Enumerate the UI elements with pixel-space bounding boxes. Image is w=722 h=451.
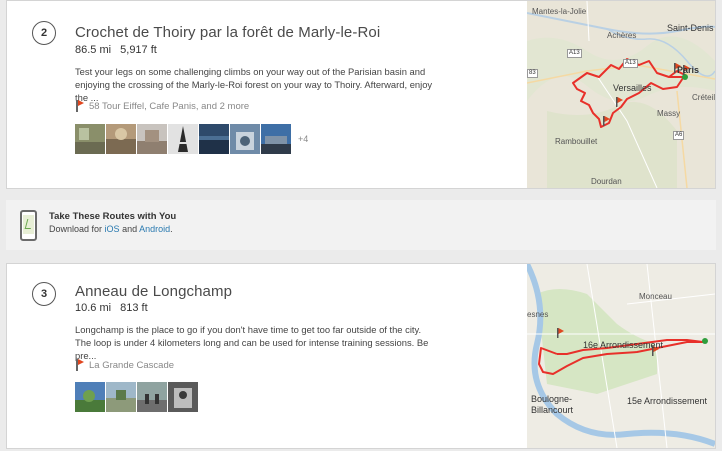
- photo-strip: +4: [75, 124, 308, 154]
- map-road-label: A6: [673, 131, 685, 140]
- route-card[interactable]: 2 Crochet de Thoiry par la forêt de Marl…: [6, 0, 716, 189]
- photo-thumbnail[interactable]: [137, 382, 167, 412]
- route-title[interactable]: Crochet de Thoiry par la forêt de Marly-…: [75, 24, 380, 41]
- routes-page: 2 Crochet de Thoiry par la forêt de Marl…: [0, 0, 722, 451]
- map-road-label: A13: [623, 59, 638, 68]
- route-number: 2: [32, 21, 56, 45]
- route-elevation: 813 ft: [120, 302, 148, 314]
- route-stats: 10.6 mi 813 ft: [75, 302, 154, 314]
- route-card[interactable]: 3 Anneau de Longchamp 10.6 mi 813 ft Lon…: [6, 263, 716, 449]
- route-map[interactable]: Monceau esnes 16e Arrondissement Boulogn…: [527, 264, 715, 448]
- phone-icon: [20, 210, 37, 241]
- map-label: 16e Arrondissement: [583, 340, 664, 350]
- map-label: Rambouillet: [555, 137, 598, 146]
- promo-suffix: .: [170, 224, 173, 234]
- map-label: 15e Arrondissement: [627, 396, 708, 406]
- route-description: Longchamp is the place to go if you don'…: [75, 324, 429, 361]
- route-distance: 10.6 mi: [75, 302, 112, 314]
- photo-thumbnail[interactable]: [75, 382, 105, 412]
- photo-thumbnail[interactable]: [137, 124, 167, 154]
- route-map[interactable]: Mantes-la-Jolie Saint-Denis Achères Pari…: [527, 1, 715, 188]
- promo-text: Download for iOS and Android.: [49, 224, 173, 234]
- route-distance: 86.5 mi: [75, 44, 112, 56]
- map-label: Boulogne- Billancourt: [531, 394, 574, 415]
- route-pois[interactable]: 58 Tour Eiffel, Cafe Panis, and 2 more: [75, 100, 249, 112]
- map-label: Dourdan: [591, 177, 622, 186]
- route-title[interactable]: Anneau de Longchamp: [75, 283, 232, 300]
- map-label: Monceau: [639, 292, 672, 301]
- map-canvas: [527, 264, 715, 448]
- photo-strip: [75, 382, 199, 412]
- ios-link[interactable]: iOS: [105, 224, 120, 234]
- photo-thumbnail[interactable]: [230, 124, 260, 154]
- photo-thumbnail[interactable]: [199, 124, 229, 154]
- app-download-banner: Take These Routes with You Download for …: [6, 200, 716, 250]
- map-road-label: 83: [527, 69, 538, 78]
- route-pois-text: La Grande Cascade: [89, 359, 175, 371]
- route-elevation: 5,917 ft: [120, 44, 157, 56]
- map-label: Achères: [607, 31, 637, 40]
- photo-thumbnail[interactable]: [106, 124, 136, 154]
- map-label: esnes: [527, 310, 549, 319]
- map-road-label: A13: [567, 49, 582, 58]
- photo-thumbnail[interactable]: [168, 382, 198, 412]
- map-label: Massy: [657, 109, 681, 118]
- route-pois-text: 58 Tour Eiffel, Cafe Panis, and 2 more: [89, 100, 250, 112]
- photo-thumbnail[interactable]: [168, 124, 198, 154]
- photo-thumbnail[interactable]: [106, 382, 136, 412]
- photo-more-count[interactable]: +4: [298, 134, 308, 144]
- photo-thumbnail[interactable]: [261, 124, 291, 154]
- flag-icon: [75, 100, 84, 112]
- flag-icon: [75, 359, 84, 371]
- promo-title: Take These Routes with You: [49, 211, 177, 222]
- android-link[interactable]: Android: [139, 224, 170, 234]
- map-label: Mantes-la-Jolie: [532, 7, 587, 16]
- route-stats: 86.5 mi 5,917 ft: [75, 44, 163, 56]
- promo-and: and: [122, 224, 138, 234]
- map-label: Créteil: [692, 93, 715, 102]
- route-description: Test your legs on some challenging climb…: [75, 66, 433, 103]
- map-label: Versailles: [613, 83, 652, 93]
- promo-text-prefix: Download for: [49, 224, 103, 234]
- map-label: Paris: [677, 65, 700, 75]
- photo-thumbnail[interactable]: [75, 124, 105, 154]
- route-pois[interactable]: La Grande Cascade: [75, 359, 174, 371]
- route-number: 3: [32, 282, 56, 306]
- map-label: Saint-Denis: [667, 23, 714, 33]
